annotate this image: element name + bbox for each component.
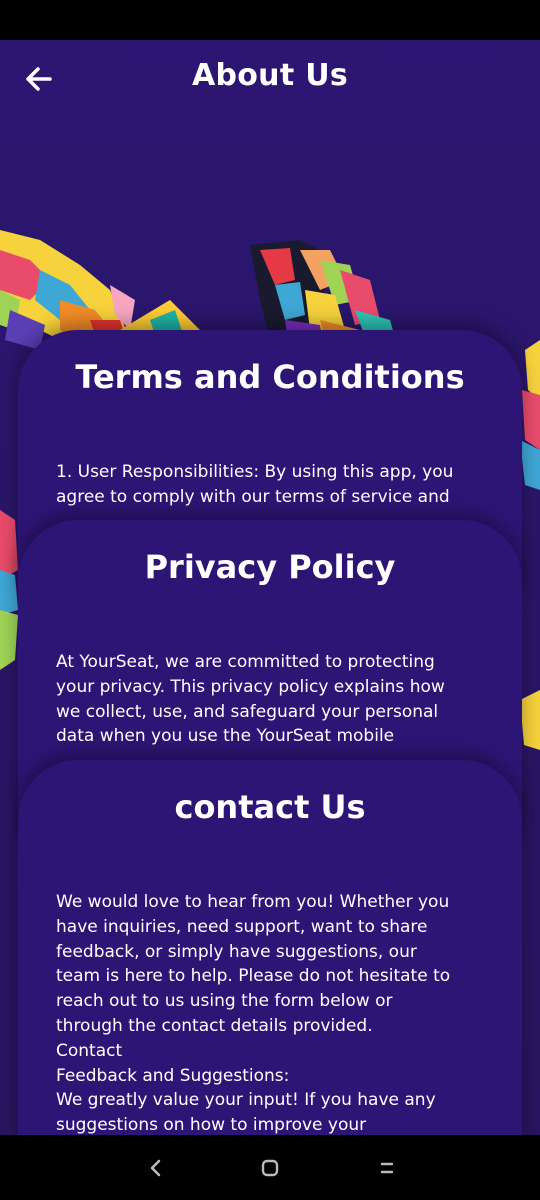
contact-title: contact Us	[174, 788, 366, 826]
page-title: About Us	[191, 58, 349, 93]
system-nav-bar	[0, 1135, 540, 1200]
nav-back-button[interactable]	[140, 1153, 170, 1183]
nav-recents-button[interactable]	[372, 1153, 402, 1183]
terms-title: Terms and Conditions	[75, 358, 465, 396]
contact-card[interactable]: contact Us We would love to hear from yo…	[18, 760, 522, 1135]
contact-body: We would love to hear from you! Whether …	[56, 892, 451, 1135]
header: About Us	[0, 40, 540, 120]
terms-body: 1. User Responsibilities: By using this …	[56, 462, 454, 507]
status-bar	[0, 0, 540, 40]
nav-home-button[interactable]	[255, 1153, 285, 1183]
recents-icon	[380, 1162, 394, 1174]
home-square-icon	[261, 1159, 279, 1177]
privacy-body: At YourSeat, we are committed to protect…	[56, 652, 445, 747]
chevron-left-icon	[150, 1159, 161, 1177]
about-us-screen: About Us Terms and Conditions 1. User Re…	[0, 40, 540, 1135]
privacy-title: Privacy Policy	[144, 548, 396, 586]
